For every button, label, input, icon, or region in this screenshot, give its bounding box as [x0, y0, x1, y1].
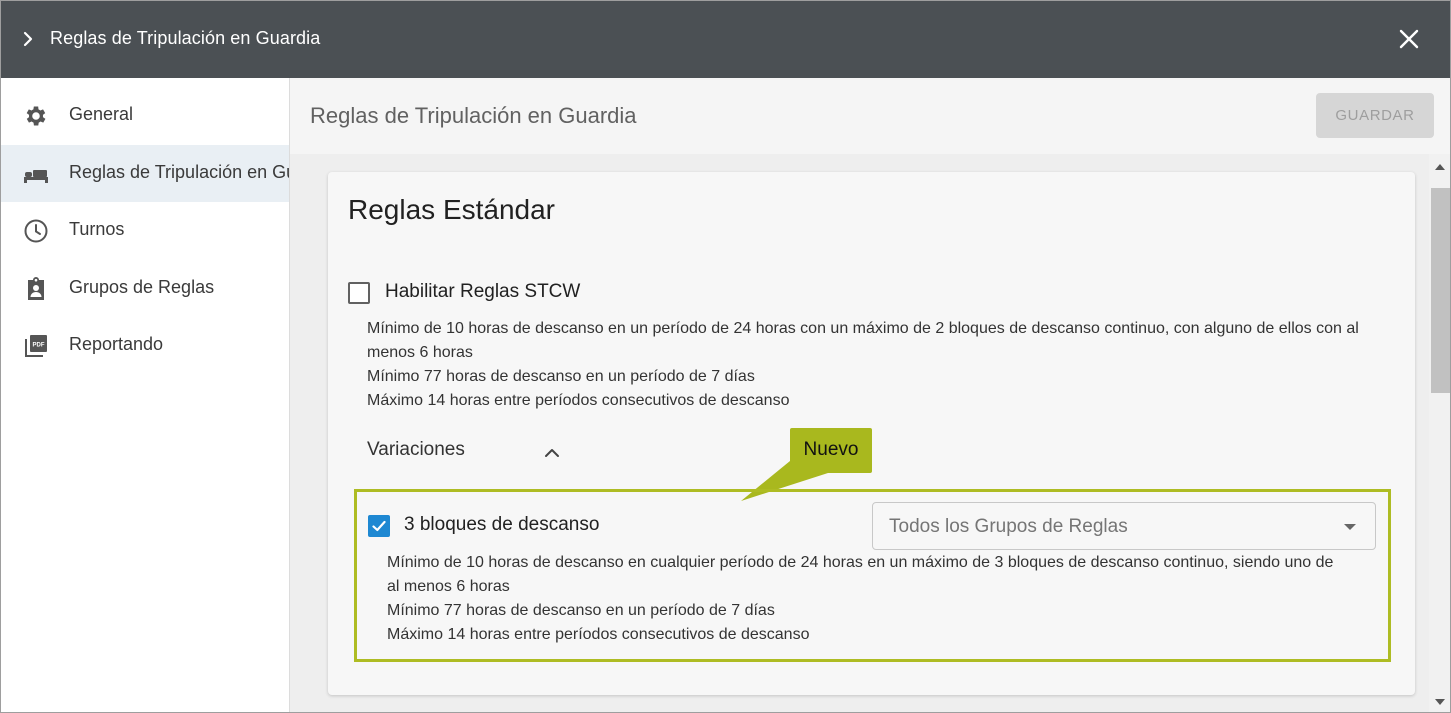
variation-description: Mínimo de 10 horas de descanso en cualqu… [387, 551, 1333, 647]
scroll-up-arrow-icon[interactable] [1435, 164, 1445, 170]
sidebar-item-label: General [69, 104, 134, 124]
rule-group-select[interactable]: Todos los Grupos de Reglas [872, 502, 1376, 550]
content-scroll-area[interactable]: Reglas Estándar Habilitar Reglas STCW Mí… [290, 154, 1450, 712]
sidebar-item-label: Grupos de Reglas [69, 277, 215, 297]
clipboard-user-icon [28, 277, 44, 300]
variation-line: al menos 6 horas [387, 578, 510, 595]
new-badge: Nuevo [790, 428, 872, 473]
variation-line: Máximo 14 horas entre períodos consecuti… [387, 626, 810, 643]
stcw-description: Mínimo de 10 horas de descanso en un per… [367, 317, 1359, 413]
window-title: Reglas de Tripulación en Guardia [50, 28, 321, 48]
clock-icon [24, 219, 48, 243]
save-button[interactable]: GUARDAR [1316, 93, 1434, 138]
check-icon [372, 520, 386, 532]
page-title: Reglas de Tripulación en Guardia [310, 103, 637, 128]
main-panel: Reglas de Tripulación en Guardia GUARDAR… [290, 78, 1450, 712]
sidebar-item-watch-rules[interactable]: Reglas de Tripulación en Guardia [1, 145, 289, 202]
three-blocks-checkbox[interactable] [368, 515, 390, 537]
chevron-right-icon[interactable] [18, 29, 38, 49]
scrollbar-thumb[interactable] [1431, 188, 1450, 393]
svg-text:PDF: PDF [33, 343, 45, 349]
dialog-window: Reglas de Tripulación en Guardia General… [0, 0, 1451, 713]
sidebar-item-reporting[interactable]: PDF Reportando [1, 317, 289, 374]
stcw-checkbox[interactable] [348, 282, 370, 304]
scroll-down-arrow-icon[interactable] [1435, 699, 1445, 705]
sidebar-item-shifts[interactable]: Turnos [1, 202, 289, 259]
chevron-up-icon[interactable] [542, 443, 562, 463]
close-icon[interactable] [1397, 27, 1421, 51]
sidebar: General Reglas de Tripulación en Guardia… [1, 78, 290, 712]
sidebar-item-general[interactable]: General [1, 87, 289, 144]
title-bar: Reglas de Tripulación en Guardia [1, 1, 1450, 78]
three-blocks-label: 3 bloques de descanso [404, 514, 600, 535]
sidebar-item-label: Turnos [69, 219, 125, 239]
main-header: Reglas de Tripulación en Guardia GUARDAR [290, 78, 1450, 154]
rule-group-select-value: Todos los Grupos de Reglas [889, 516, 1128, 537]
stcw-line: Mínimo de 10 horas de descanso en un per… [367, 320, 1359, 337]
gear-icon [26, 106, 46, 126]
dropdown-arrow-icon [1344, 524, 1356, 530]
pdf-icon: PDF [25, 335, 47, 357]
variations-label: Variaciones [367, 439, 465, 460]
variation-line: Mínimo de 10 horas de descanso en cualqu… [387, 554, 1334, 571]
card-title: Reglas Estándar [348, 194, 556, 225]
bed-icon [24, 170, 48, 183]
stcw-line: menos 6 horas [367, 344, 473, 361]
vertical-scrollbar[interactable] [1429, 154, 1450, 712]
variation-line: Mínimo 77 horas de descanso en un períod… [387, 602, 775, 619]
sidebar-item-label: Reglas de Tripulación en Guardia [69, 162, 289, 182]
standard-rules-card: Reglas Estándar Habilitar Reglas STCW Mí… [328, 172, 1415, 695]
sidebar-item-label: Reportando [69, 334, 164, 354]
sidebar-item-rule-groups[interactable]: Grupos de Reglas [1, 260, 289, 317]
stcw-line: Mínimo 77 horas de descanso en un períod… [367, 368, 755, 385]
stcw-line: Máximo 14 horas entre períodos consecuti… [367, 392, 790, 409]
stcw-label: Habilitar Reglas STCW [385, 281, 581, 302]
